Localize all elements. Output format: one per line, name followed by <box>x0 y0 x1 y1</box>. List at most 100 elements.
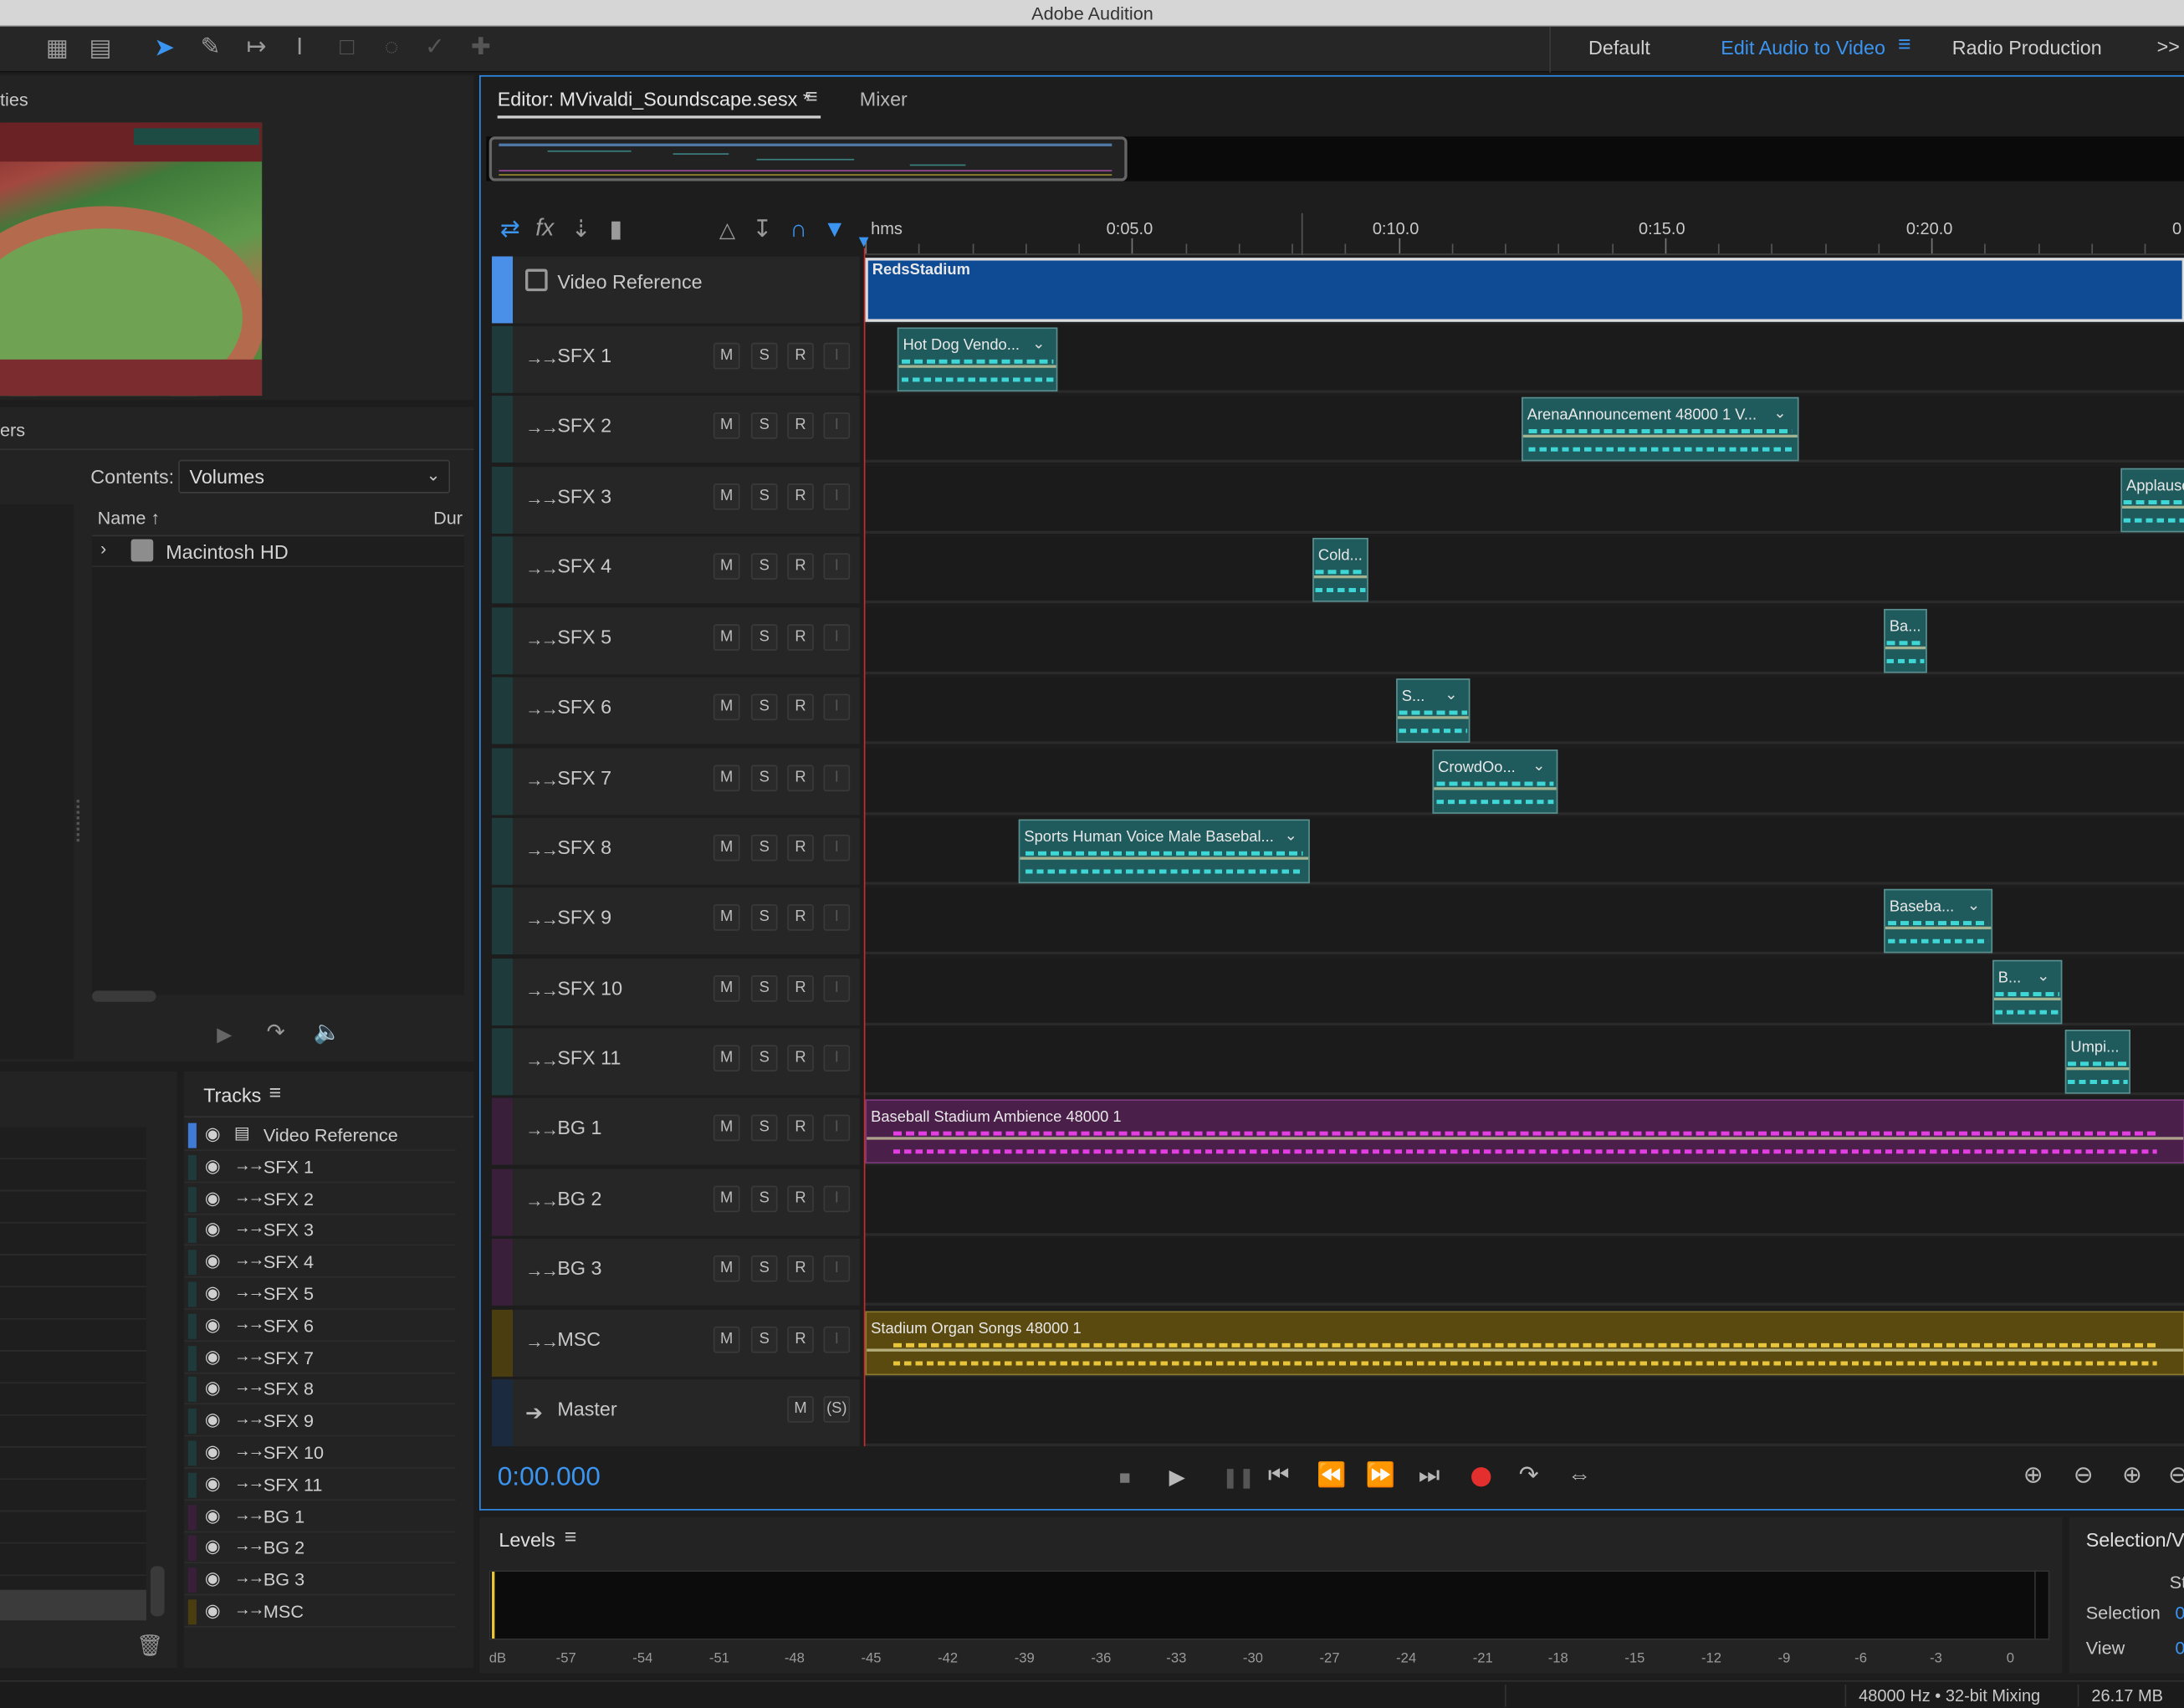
track-name[interactable]: SFX 6 <box>557 695 611 718</box>
skip-selection-icon[interactable]: ⇔ <box>1568 1461 1591 1489</box>
tracks-panel-row[interactable]: ◉ →→ SFX 2 <box>183 1184 456 1215</box>
visibility-eye-icon[interactable]: ◉ <box>205 1345 221 1368</box>
mute-button[interactable]: M <box>713 342 740 370</box>
solo-button[interactable]: S <box>750 412 778 439</box>
file-row[interactable]: › Macintosh HD <box>91 536 464 567</box>
tracks-panel-row[interactable]: ◉ →→ BG 3 <box>183 1565 456 1596</box>
zoom-in-time-icon[interactable]: ⊕ <box>2122 1461 2142 1489</box>
solo-button[interactable]: S <box>750 624 778 651</box>
tracks-panel-row[interactable]: ◉ →→ SFX 4 <box>183 1247 456 1278</box>
record-arm-button[interactable]: R <box>787 975 814 1002</box>
mute-button[interactable]: M <box>713 1185 740 1213</box>
record-arm-button[interactable]: R <box>787 1045 814 1072</box>
track-name[interactable]: SFX 7 <box>557 766 611 789</box>
track-lane[interactable] <box>865 677 2184 744</box>
track-lane[interactable] <box>865 607 2184 675</box>
panel-menu-icon[interactable]: ≡ <box>565 1526 577 1549</box>
visibility-eye-icon[interactable]: ◉ <box>205 1282 221 1305</box>
solo-button[interactable]: S <box>750 975 778 1002</box>
solo-button[interactable]: S <box>750 765 778 792</box>
view-start-value[interactable]: 0 <box>2175 1637 2184 1658</box>
track-header[interactable]: →→ SFX 11 M S R I <box>492 1028 860 1096</box>
track-lane[interactable] <box>865 959 2184 1026</box>
track-name[interactable]: SFX 1 <box>557 344 611 366</box>
tracks-panel-row[interactable]: ◉ →→ SFX 11 <box>183 1470 456 1501</box>
disclosure-triangle-icon[interactable]: › <box>100 538 106 559</box>
mute-button[interactable]: M <box>713 1326 740 1353</box>
track-name[interactable]: Master <box>557 1398 616 1420</box>
magnet-icon[interactable]: ∩ <box>785 216 812 243</box>
track-header[interactable]: →→ SFX 4 MSRI <box>492 536 860 604</box>
visibility-eye-icon[interactable]: ◉ <box>205 1409 221 1431</box>
visibility-eye-icon[interactable]: ◉ <box>205 1440 221 1463</box>
track-lane[interactable] <box>865 1028 2184 1096</box>
track-name[interactable]: SFX 10 <box>557 977 622 1000</box>
solo-button[interactable]: S <box>750 1255 778 1282</box>
snap-icon[interactable]: ↧ <box>749 216 776 243</box>
visibility-eye-icon[interactable]: ◉ <box>205 1155 221 1178</box>
audio-clip[interactable]: Umpi... <box>2064 1030 2131 1094</box>
monitor-input-button[interactable]: I <box>823 1185 851 1213</box>
tracks-panel-row[interactable]: ◉ →→ SFX 8 <box>183 1374 456 1405</box>
visibility-eye-icon[interactable]: ◉ <box>205 1250 221 1273</box>
playhead[interactable] <box>863 248 866 1447</box>
record-button[interactable] <box>1471 1467 1491 1487</box>
panel-menu-icon[interactable]: ≡ <box>806 85 818 109</box>
workspace-menu-icon[interactable]: ≡ <box>1898 33 1911 59</box>
audio-clip[interactable]: Stadium Organ Songs 48000 1 <box>865 1311 2184 1376</box>
brush-tool-icon[interactable]: ✓ <box>421 33 448 61</box>
loop-playback-icon[interactable]: ↷ <box>262 1020 289 1047</box>
monitor-input-button[interactable]: I <box>823 1255 851 1282</box>
effects-rack-icon[interactable]: fx <box>531 215 559 243</box>
track-lane[interactable] <box>865 325 2184 393</box>
record-arm-button[interactable]: R <box>787 1185 814 1213</box>
audio-clip[interactable]: Applause <box>2120 468 2184 533</box>
track-header[interactable]: Video Reference <box>492 256 860 324</box>
tracks-panel-row[interactable]: ◉ →→ BG 1 <box>183 1501 456 1532</box>
mute-button[interactable]: M <box>787 1396 814 1423</box>
workspace-edit-audio-to-video[interactable]: Edit Audio to Video <box>1721 36 1885 59</box>
session-overview[interactable] <box>486 136 2184 182</box>
record-arm-button[interactable]: R <box>787 624 814 651</box>
monitor-input-button[interactable]: I <box>823 834 851 862</box>
track-name[interactable]: SFX 3 <box>557 485 611 508</box>
multitrack-view-icon[interactable]: ▤ <box>86 35 114 63</box>
tracks-panel-row[interactable]: ◉ →→ SFX 10 <box>183 1438 456 1469</box>
metronome-icon[interactable]: △ <box>714 217 741 245</box>
audio-clip[interactable]: Hot Dog Vendo... ⌄ <box>897 327 1058 392</box>
tracks-panel-row[interactable]: ◉ →→ SFX 1 <box>183 1152 456 1183</box>
visibility-eye-icon[interactable]: ◉ <box>205 1187 221 1209</box>
visibility-eye-icon[interactable]: ◉ <box>205 1314 221 1337</box>
audio-clip[interactable]: S... ⌄ <box>1396 678 1470 743</box>
visibility-eye-icon[interactable]: ◉ <box>205 1599 221 1622</box>
track-name[interactable]: BG 3 <box>557 1257 601 1280</box>
track-header[interactable]: →→ SFX 2 MSRI <box>492 396 860 463</box>
sends-icon[interactable]: ⇣ <box>567 216 595 243</box>
visibility-eye-icon[interactable]: ◉ <box>205 1377 221 1399</box>
mute-button[interactable]: M <box>713 834 740 862</box>
tracks-panel-row[interactable]: ◉ →→ SFX 9 <box>183 1406 456 1437</box>
record-arm-button[interactable]: R <box>787 1255 814 1282</box>
zoom-out-amplitude-icon[interactable]: ⊖ <box>2074 1461 2094 1489</box>
horizontal-scrollbar[interactable] <box>91 990 156 1002</box>
audio-clip[interactable]: ArenaAnnouncement 48000 1 V... ⌄ <box>1522 396 1799 462</box>
mute-button[interactable]: M <box>713 975 740 1002</box>
duration-column-header[interactable]: Dur <box>433 507 463 528</box>
panel-menu-icon[interactable]: ≡ <box>269 1082 281 1105</box>
audio-clip[interactable]: Cold... <box>1312 537 1368 602</box>
monitor-input-button[interactable]: I <box>823 765 851 792</box>
history-selected-row[interactable] <box>0 1589 146 1621</box>
visibility-eye-icon[interactable]: ◉ <box>205 1219 221 1241</box>
loop-toggle-icon[interactable]: ⇄ <box>496 216 524 243</box>
history-list[interactable] <box>0 1127 146 1602</box>
workspace-default[interactable]: Default <box>1588 36 1650 59</box>
track-lane[interactable] <box>865 1238 2184 1306</box>
audio-clip[interactable]: CrowdOo... ⌄ <box>1432 749 1558 814</box>
trash-icon[interactable]: 🗑 <box>136 1633 163 1660</box>
mixer-tab[interactable]: Mixer <box>860 88 908 110</box>
contents-select[interactable]: Volumes ⌄ <box>178 459 451 493</box>
track-header[interactable]: →→ SFX 8 MSRI <box>492 817 860 885</box>
track-header[interactable]: →→ BG 2 MSRI <box>492 1168 860 1236</box>
monitor-input-button[interactable]: I <box>823 1326 851 1353</box>
track-name[interactable]: SFX 2 <box>557 414 611 437</box>
